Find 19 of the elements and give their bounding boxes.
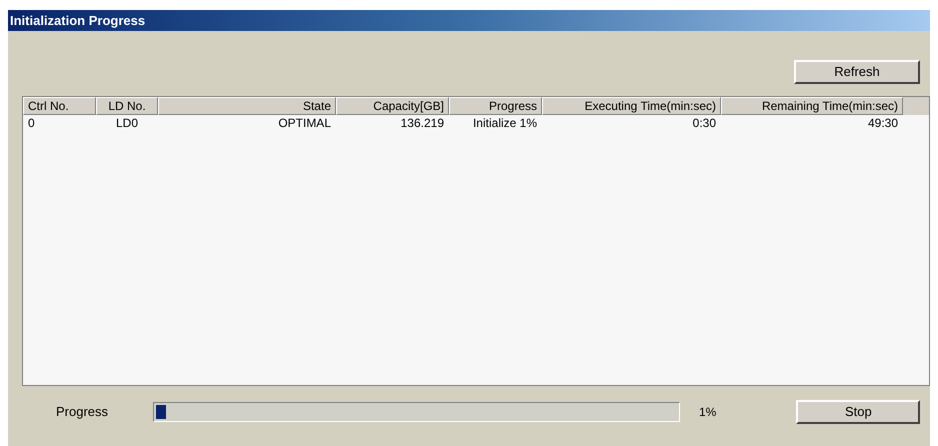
column-header[interactable]: Executing Time(min:sec)	[542, 97, 721, 115]
column-header[interactable]: Capacity[GB]	[336, 97, 449, 115]
progress-label: Progress	[56, 403, 110, 422]
stop-button[interactable]: Stop	[796, 400, 920, 424]
table-cell-text: 136.219	[400, 115, 444, 132]
refresh-button[interactable]: Refresh	[794, 60, 920, 84]
table-cell-text: Initialize 1%	[472, 115, 537, 132]
table-cell-text: OPTIMAL	[278, 115, 331, 132]
table-cell-text: 0	[28, 115, 35, 132]
table-cell-text: 0:30	[692, 115, 716, 132]
table-cell-text: LD0	[116, 115, 138, 132]
column-header[interactable]: State	[158, 97, 336, 115]
window-title: Initialization Progress	[10, 12, 146, 30]
progress-reading: 1%	[699, 404, 716, 421]
column-header[interactable]: Ctrl No.	[23, 97, 96, 115]
column-header[interactable]: Progress	[449, 97, 542, 115]
column-header[interactable]: Remaining Time(min:sec)	[721, 97, 903, 115]
column-header[interactable]: LD No.	[96, 97, 158, 115]
table-cell-text: 49:30	[868, 115, 898, 132]
